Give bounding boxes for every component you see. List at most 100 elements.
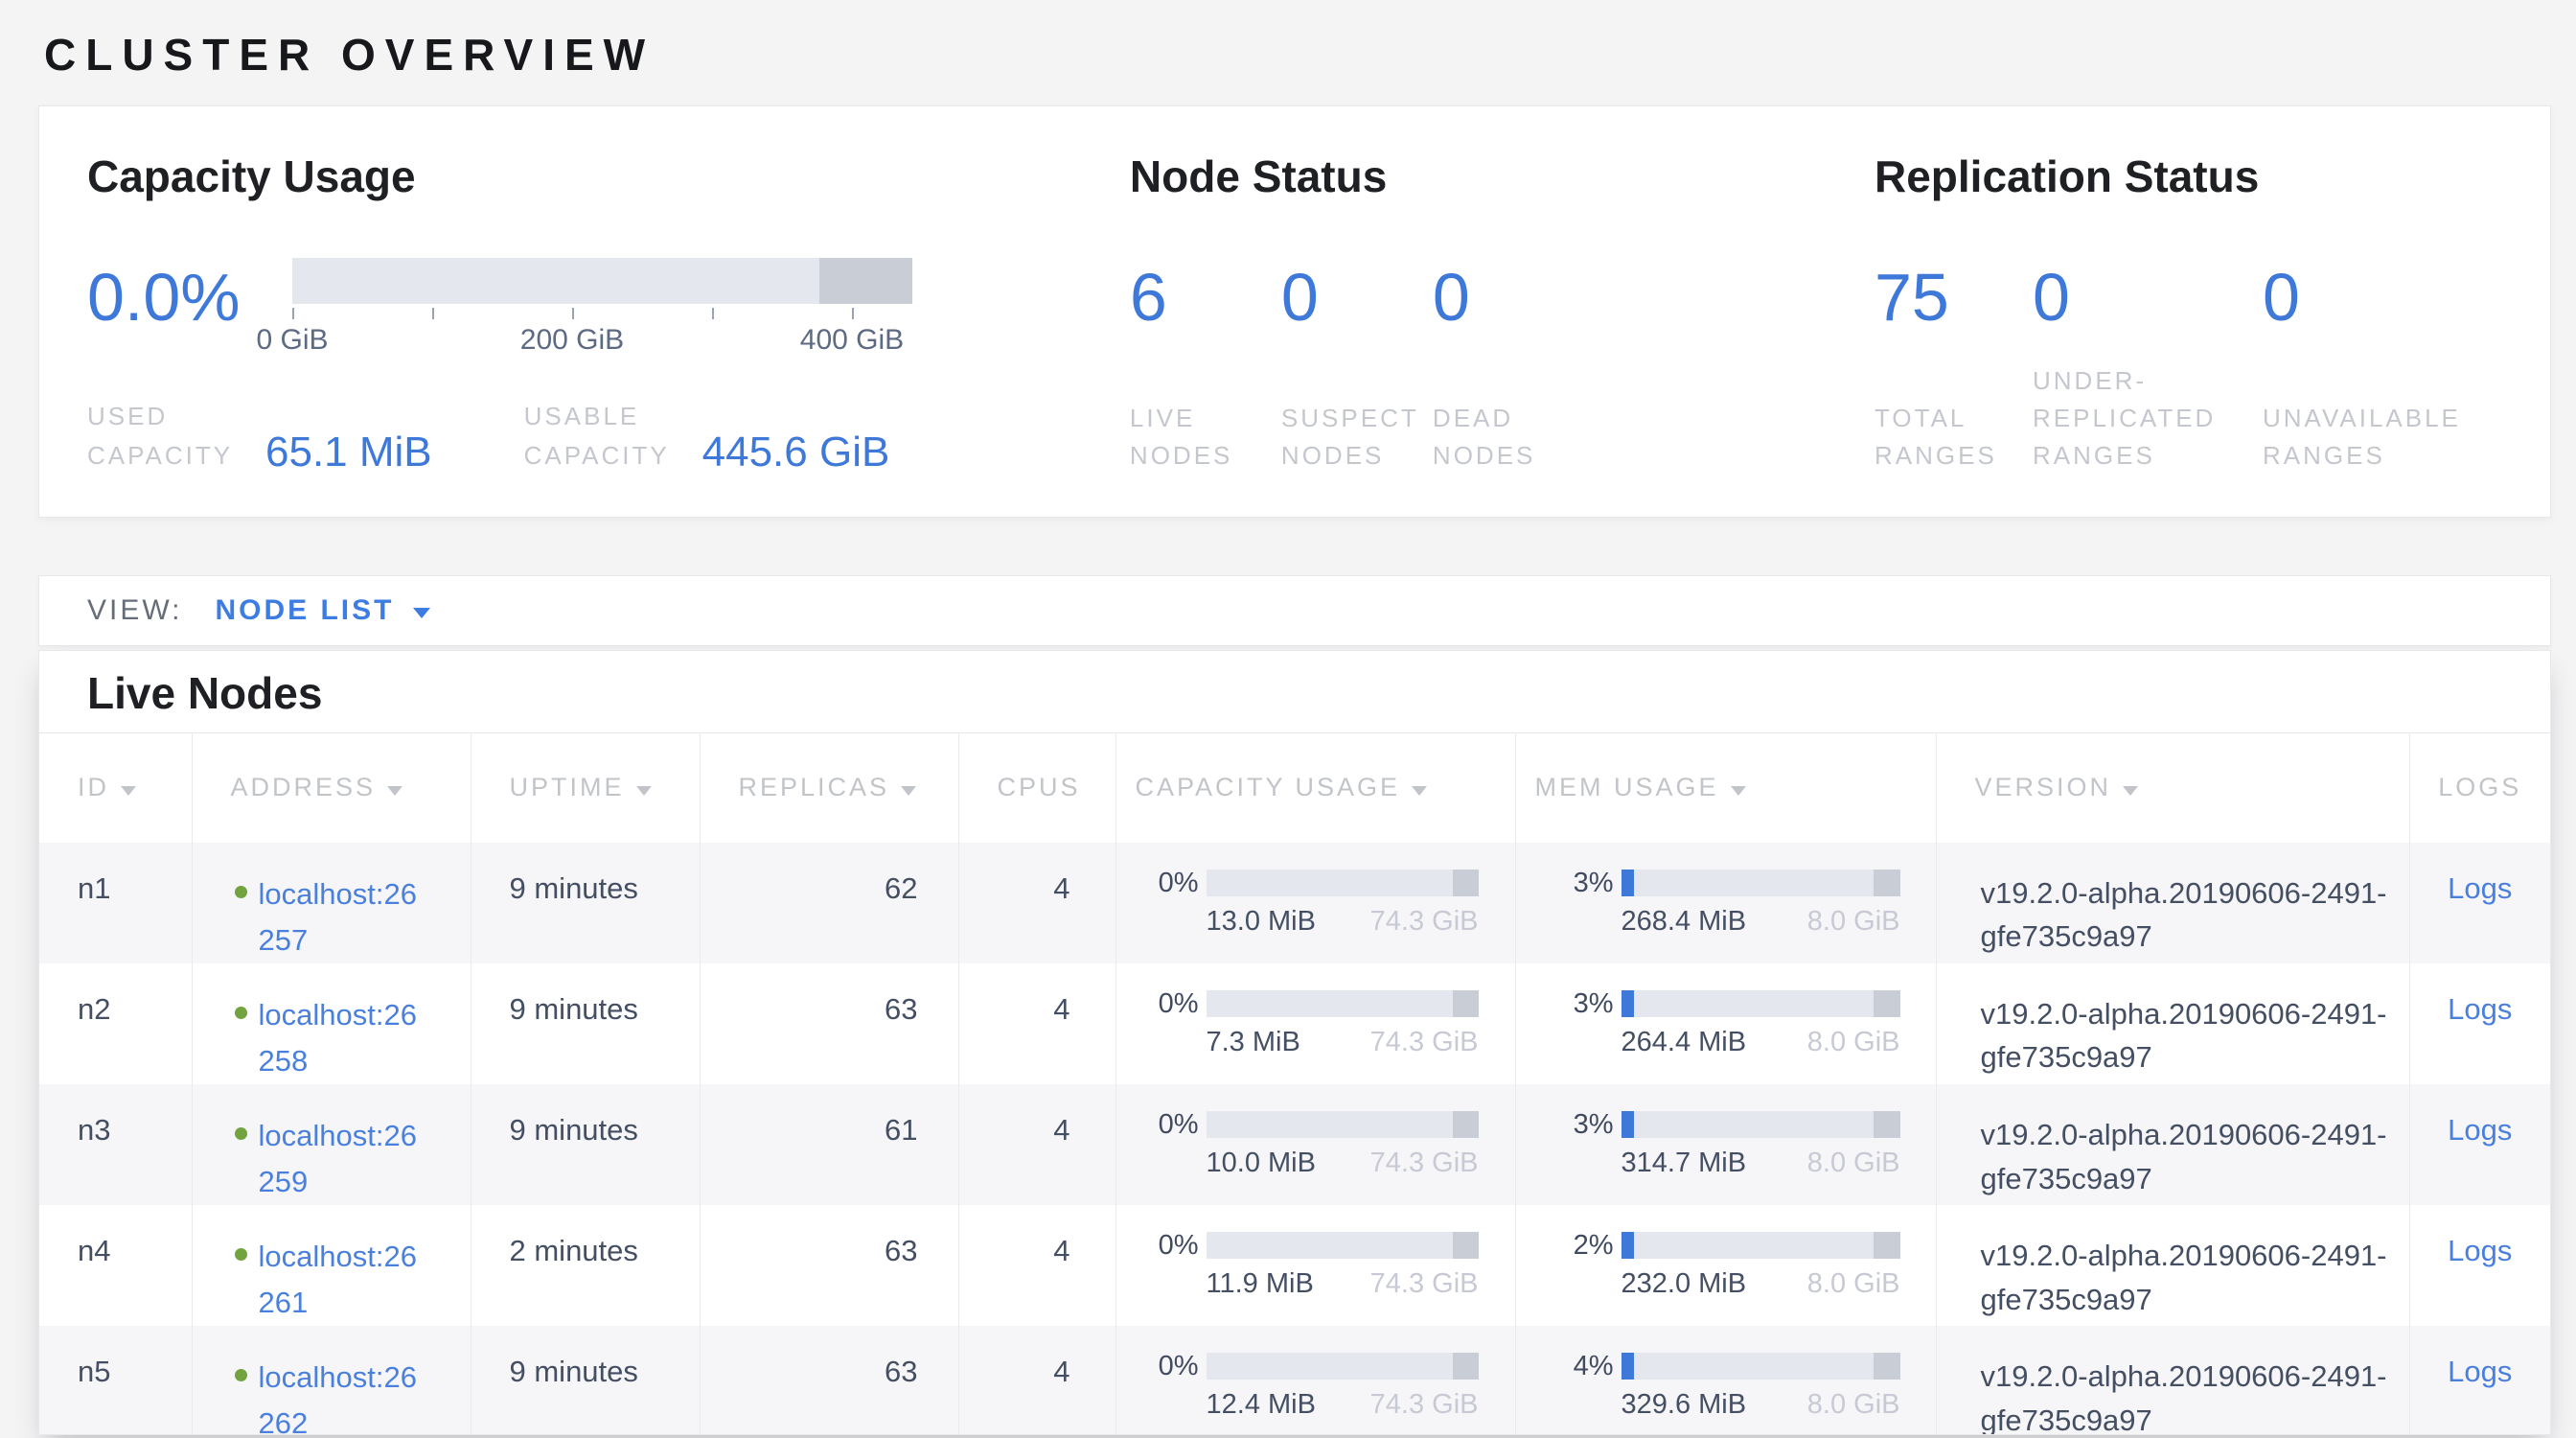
capacity-usage-title: Capacity Usage	[87, 151, 1130, 202]
mem-total: 8.0 GiB	[1807, 1148, 1900, 1179]
live-nodes-count: 6	[1130, 264, 1281, 331]
used-capacity-label: USED CAPACITY	[87, 397, 252, 475]
node-id: n3	[39, 1084, 192, 1205]
node-version: v19.2.0-alpha.20190606-2491-gfe735c9a97	[1981, 992, 2409, 1080]
dead-nodes-stat: 0 DEAD NODES	[1433, 264, 1584, 475]
capacity-gauge-ticks	[292, 306, 912, 320]
node-address-link[interactable]: localhost:26258	[259, 992, 433, 1084]
table-row: n4 localhost:26261 2 minutes 63 4 0% 11.…	[39, 1205, 2550, 1326]
usable-capacity-label: USABLE CAPACITY	[524, 397, 689, 475]
mem-bar	[1622, 1232, 1900, 1259]
table-row: n1 localhost:26257 9 minutes 62 4 0% 13.…	[39, 843, 2550, 963]
column-header-mem-usage[interactable]: MEM USAGE	[1515, 733, 1936, 843]
node-version: v19.2.0-alpha.20190606-2491-gfe735c9a97	[1981, 1355, 2409, 1435]
node-uptime: 9 minutes	[471, 1084, 700, 1205]
mem-pct: 3%	[1551, 990, 1614, 1017]
mem-pct: 3%	[1551, 1111, 1614, 1138]
total-ranges-label: TOTAL RANGES	[1874, 400, 2033, 475]
capacity-usage-section: Capacity Usage 0.0%	[87, 151, 1130, 475]
mem-used: 329.6 MiB	[1622, 1389, 1747, 1421]
node-mem-usage: 3% 268.4 MiB8.0 GiB	[1515, 843, 1936, 963]
view-dropdown[interactable]: NODE LIST	[215, 594, 430, 627]
sort-caret-icon	[387, 786, 402, 796]
view-dropdown-value: NODE LIST	[215, 594, 394, 627]
capacity-gauge-reserved-segment	[819, 258, 912, 304]
sort-caret-icon	[901, 786, 916, 796]
mem-total: 8.0 GiB	[1807, 906, 1900, 938]
total-ranges-stat: 75 TOTAL RANGES	[1874, 264, 2033, 475]
node-address-link[interactable]: localhost:26262	[259, 1355, 433, 1435]
under-replicated-count: 0	[2033, 264, 2263, 331]
sort-caret-icon	[636, 786, 652, 796]
logs-link[interactable]: Logs	[2448, 871, 2512, 905]
node-capacity-usage: 0% 13.0 MiB74.3 GiB	[1116, 843, 1515, 963]
node-cpus: 4	[958, 843, 1116, 963]
view-selector-bar: VIEW: NODE LIST	[38, 575, 2551, 646]
node-mem-usage: 4% 329.6 MiB8.0 GiB	[1515, 1326, 1936, 1435]
live-status-icon	[235, 886, 247, 898]
usable-capacity-value: 445.6 GiB	[702, 429, 890, 476]
node-replicas: 63	[700, 1326, 958, 1435]
capacity-pct: 0%	[1136, 990, 1199, 1017]
live-nodes-card: Live Nodes ID ADDRESS UPTIME REPLICAS CP…	[38, 650, 2551, 1435]
logs-link[interactable]: Logs	[2448, 1113, 2512, 1147]
capacity-pct: 0%	[1136, 1353, 1199, 1380]
column-header-replicas[interactable]: REPLICAS	[700, 733, 958, 843]
node-address-link[interactable]: localhost:26257	[259, 871, 433, 963]
node-capacity-usage: 0% 12.4 MiB74.3 GiB	[1116, 1326, 1515, 1435]
capacity-total: 74.3 GiB	[1370, 1268, 1479, 1300]
logs-link[interactable]: Logs	[2448, 1234, 2512, 1267]
live-status-icon	[235, 1127, 247, 1140]
column-header-uptime[interactable]: UPTIME	[471, 733, 700, 843]
mem-used: 314.7 MiB	[1622, 1148, 1747, 1179]
node-replicas: 61	[700, 1084, 958, 1205]
cluster-overview-page: CLUSTER OVERVIEW Capacity Usage 0.0%	[0, 0, 2576, 1435]
node-capacity-usage: 0% 7.3 MiB74.3 GiB	[1116, 963, 1515, 1084]
axis-tick-label: 0 GiB	[256, 324, 328, 357]
live-nodes-heading: Live Nodes	[87, 668, 2550, 718]
chevron-down-icon	[413, 608, 430, 618]
live-nodes-table: ID ADDRESS UPTIME REPLICAS CPUS CAPACITY…	[39, 732, 2550, 1435]
node-replicas: 62	[700, 843, 958, 963]
capacity-pct: 0%	[1136, 1111, 1199, 1138]
suspect-nodes-count: 0	[1281, 264, 1433, 331]
node-address-link[interactable]: localhost:26261	[259, 1234, 433, 1326]
node-address-link[interactable]: localhost:26259	[259, 1113, 433, 1205]
capacity-used: 12.4 MiB	[1207, 1389, 1316, 1421]
logs-link[interactable]: Logs	[2448, 992, 2512, 1026]
node-replicas: 63	[700, 963, 958, 1084]
node-capacity-usage: 0% 10.0 MiB74.3 GiB	[1116, 1084, 1515, 1205]
node-id: n2	[39, 963, 192, 1084]
mem-used: 264.4 MiB	[1622, 1027, 1747, 1058]
column-header-cpus: CPUS	[958, 733, 1116, 843]
capacity-bar	[1207, 1111, 1479, 1138]
under-replicated-label: UNDER-REPLICATED RANGES	[2033, 362, 2236, 475]
view-label: VIEW:	[87, 594, 182, 627]
table-row: n3 localhost:26259 9 minutes 61 4 0% 10.…	[39, 1084, 2550, 1205]
dead-nodes-count: 0	[1433, 264, 1584, 331]
node-uptime: 9 minutes	[471, 963, 700, 1084]
node-status-title: Node Status	[1130, 151, 1874, 202]
cluster-summary-card: Capacity Usage 0.0%	[38, 105, 2551, 518]
live-status-icon	[235, 1007, 247, 1019]
node-status-section: Node Status 6 LIVE NODES 0 SUSPECT NODES…	[1130, 151, 1874, 475]
unavailable-ranges-stat: 0 UNAVAILABLE RANGES	[2263, 264, 2502, 475]
axis-tick-label: 200 GiB	[520, 324, 624, 357]
capacity-pct: 0%	[1136, 1232, 1199, 1259]
node-mem-usage: 3% 314.7 MiB 8.0 GiB	[1515, 1084, 1936, 1205]
capacity-gauge-bar	[292, 258, 912, 304]
column-header-address[interactable]: ADDRESS	[192, 733, 471, 843]
dead-nodes-label: DEAD NODES	[1433, 400, 1578, 475]
logs-link[interactable]: Logs	[2448, 1355, 2512, 1388]
mem-pct: 4%	[1551, 1353, 1614, 1380]
capacity-bar	[1207, 1232, 1479, 1259]
column-header-id[interactable]: ID	[39, 733, 192, 843]
capacity-bar	[1207, 1353, 1479, 1380]
suspect-nodes-label: SUSPECT NODES	[1281, 400, 1427, 475]
column-header-capacity-usage[interactable]: CAPACITY USAGE	[1116, 733, 1515, 843]
capacity-bar	[1207, 870, 1479, 896]
column-header-version[interactable]: VERSION	[1936, 733, 2409, 843]
node-id: n4	[39, 1205, 192, 1326]
sort-caret-icon	[1412, 786, 1427, 796]
mem-bar	[1622, 1353, 1900, 1380]
